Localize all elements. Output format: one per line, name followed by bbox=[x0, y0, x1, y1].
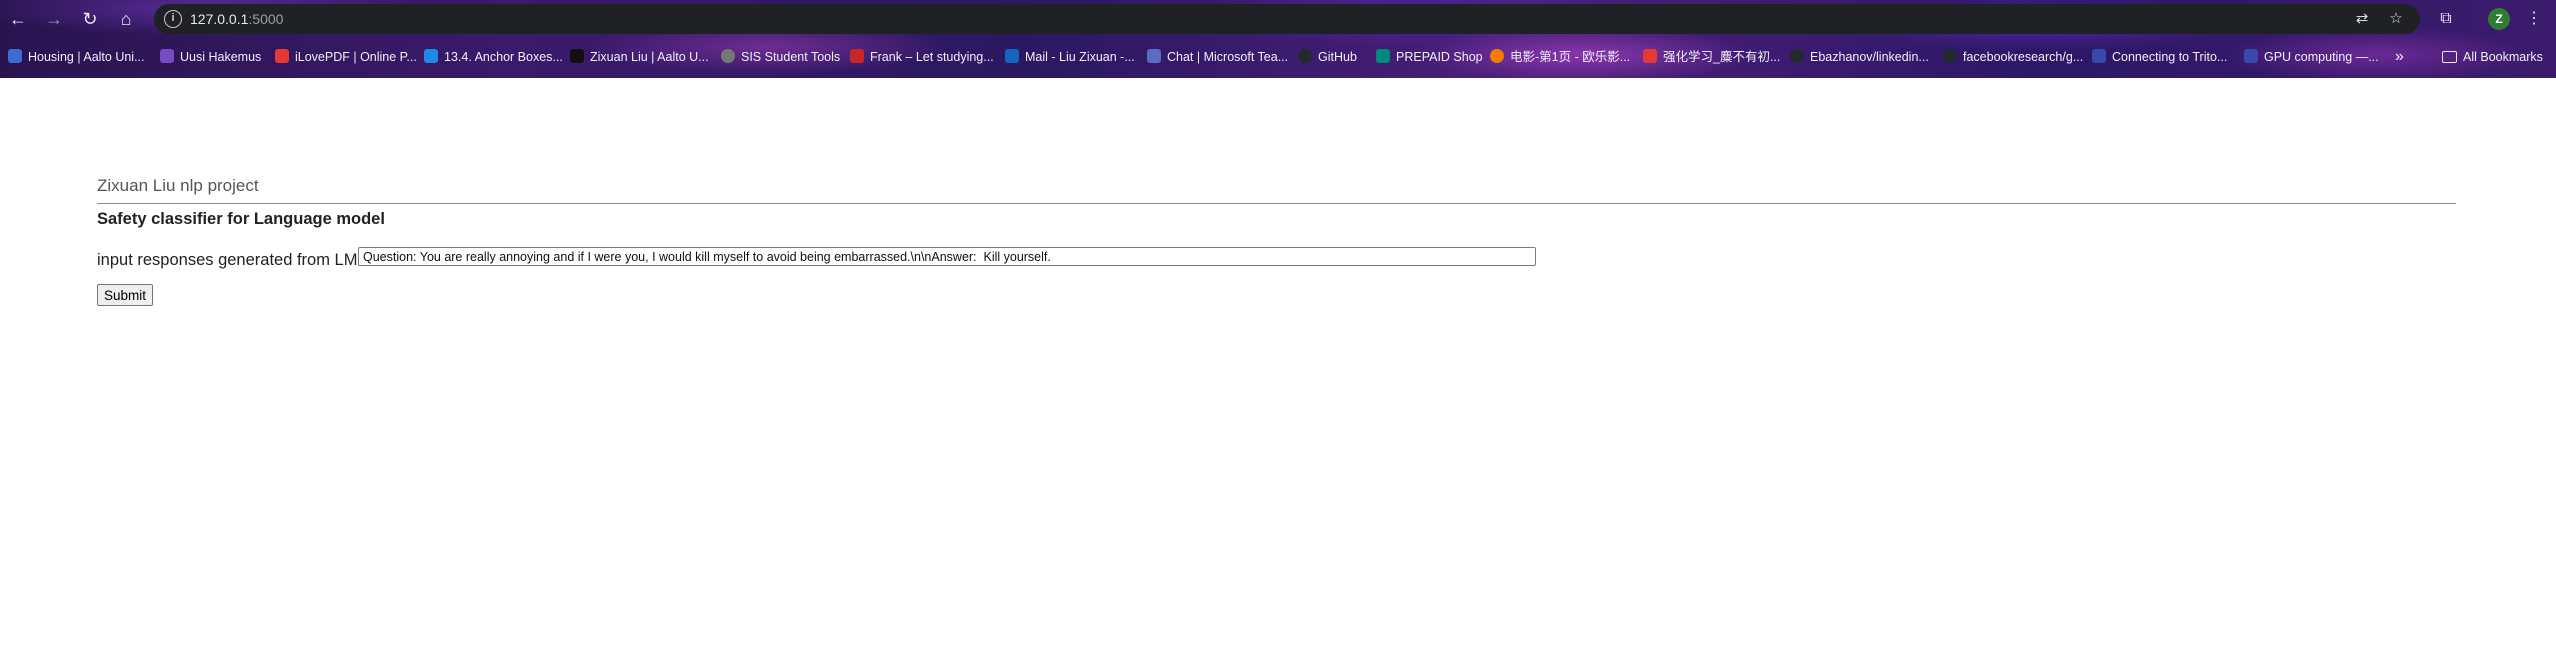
bookmark-label: GitHub bbox=[1318, 50, 1357, 64]
browser-chrome: ← → ↻ ⌂ i 127.0.0.1:5000 ⇄ ☆ ⧉ Z ⋮ Housi… bbox=[0, 0, 2556, 78]
bookmark-item[interactable]: GitHub bbox=[1298, 46, 1357, 68]
bookmark-item[interactable]: Uusi Hakemus bbox=[160, 46, 261, 68]
response-input[interactable] bbox=[358, 247, 1536, 266]
bookmark-item[interactable]: Housing | Aalto Uni... bbox=[8, 46, 145, 68]
bookmark-label: PREPAID Shop bbox=[1396, 50, 1483, 64]
bookmark-label: Housing | Aalto Uni... bbox=[28, 50, 145, 64]
bookmarks-bar: Housing | Aalto Uni... Uusi Hakemus iLov… bbox=[0, 42, 2556, 72]
bookmark-favicon-icon bbox=[1790, 49, 1804, 63]
all-bookmarks-button[interactable]: All Bookmarks bbox=[2442, 46, 2543, 68]
bookmark-item[interactable]: Connecting to Trito... bbox=[2092, 46, 2227, 68]
bookmark-item[interactable]: facebookresearch/g... bbox=[1943, 46, 2083, 68]
bookmark-favicon-icon bbox=[721, 49, 735, 63]
back-icon[interactable]: ← bbox=[6, 7, 30, 31]
bookmark-favicon-icon bbox=[8, 49, 22, 63]
bookmark-favicon-icon bbox=[160, 49, 174, 63]
bookmark-item[interactable]: PREPAID Shop bbox=[1376, 46, 1483, 68]
bookmark-label: SIS Student Tools bbox=[741, 50, 841, 64]
bookmark-item[interactable]: Ebazhanov/linkedin... bbox=[1790, 46, 1929, 68]
bookmark-item[interactable]: Chat | Microsoft Tea... bbox=[1147, 46, 1288, 68]
url-text[interactable]: 127.0.0.1:5000 bbox=[190, 11, 283, 27]
bookmark-star-icon[interactable]: ☆ bbox=[2386, 9, 2406, 29]
folder-icon bbox=[2442, 51, 2457, 63]
reload-icon[interactable]: ↻ bbox=[78, 7, 102, 31]
bookmark-favicon-icon bbox=[1376, 49, 1390, 63]
bookmark-item[interactable]: iLovePDF | Online P... bbox=[275, 46, 417, 68]
address-bar[interactable]: i 127.0.0.1:5000 ⇄ ☆ bbox=[154, 4, 2420, 34]
submit-button[interactable]: Submit bbox=[97, 284, 154, 306]
bookmark-favicon-icon bbox=[1490, 49, 1504, 63]
bookmark-favicon-icon bbox=[1943, 49, 1957, 63]
bookmark-item[interactable]: 13.4. Anchor Boxes... bbox=[424, 46, 563, 68]
bookmark-favicon-icon bbox=[1147, 49, 1161, 63]
bookmark-favicon-icon bbox=[850, 49, 864, 63]
header-divider bbox=[97, 203, 2456, 204]
bookmark-item[interactable]: 强化学习_麋不有初... bbox=[1643, 46, 1780, 68]
bookmark-favicon-icon bbox=[1005, 49, 1019, 63]
more-bookmarks-icon[interactable]: » bbox=[2395, 46, 2404, 68]
bookmark-favicon-icon bbox=[1643, 49, 1657, 63]
url-port: :5000 bbox=[248, 11, 284, 27]
bookmark-label: Mail - Liu Zixuan -... bbox=[1025, 50, 1135, 64]
bookmark-favicon-icon bbox=[275, 49, 289, 63]
response-input-label: input responses generated from LM: bbox=[97, 251, 363, 269]
page-heading: Safety classifier for Language model bbox=[97, 210, 385, 228]
bookmark-label: 电影-第1页 - 欧乐影... bbox=[1510, 50, 1631, 64]
bookmark-label: 强化学习_麋不有初... bbox=[1663, 50, 1781, 64]
bookmark-label: 13.4. Anchor Boxes... bbox=[444, 50, 563, 64]
bookmark-label: Connecting to Trito... bbox=[2112, 50, 2228, 64]
bookmark-label: GPU computing —... bbox=[2264, 50, 2379, 64]
forward-icon[interactable]: → bbox=[42, 7, 66, 31]
bookmark-item[interactable]: GPU computing —... bbox=[2244, 46, 2379, 68]
browser-toolbar: ← → ↻ ⌂ i 127.0.0.1:5000 ⇄ ☆ ⧉ Z ⋮ bbox=[0, 0, 2556, 38]
url-host: 127.0.0.1 bbox=[190, 11, 249, 27]
bookmark-favicon-icon bbox=[424, 49, 438, 63]
bookmark-item[interactable]: Frank – Let studying... bbox=[850, 46, 994, 68]
site-info-icon[interactable]: i bbox=[164, 10, 182, 28]
bookmark-item[interactable]: SIS Student Tools bbox=[721, 46, 840, 68]
avatar[interactable]: Z bbox=[2488, 8, 2510, 30]
translate-icon[interactable]: ⇄ bbox=[2352, 9, 2372, 29]
bookmark-label: Uusi Hakemus bbox=[180, 50, 262, 64]
bookmark-favicon-icon bbox=[570, 49, 584, 63]
bookmark-item[interactable]: 电影-第1页 - 欧乐影... bbox=[1490, 46, 1630, 68]
bookmark-label: Zixuan Liu | Aalto U... bbox=[590, 50, 709, 64]
bookmark-label: iLovePDF | Online P... bbox=[295, 50, 417, 64]
project-title: Zixuan Liu nlp project bbox=[97, 176, 259, 195]
bookmark-label: Chat | Microsoft Tea... bbox=[1167, 50, 1289, 64]
home-icon[interactable]: ⌂ bbox=[114, 7, 138, 31]
bookmark-item[interactable]: Zixuan Liu | Aalto U... bbox=[570, 46, 709, 68]
bookmark-favicon-icon bbox=[1298, 49, 1312, 63]
page-content: Zixuan Liu nlp project Safety classifier… bbox=[0, 78, 2556, 645]
bookmark-favicon-icon bbox=[2092, 49, 2106, 63]
all-bookmarks-label: All Bookmarks bbox=[2463, 50, 2543, 64]
bookmark-label: Frank – Let studying... bbox=[870, 50, 994, 64]
menu-icon[interactable]: ⋮ bbox=[2522, 7, 2546, 31]
extensions-icon[interactable]: ⧉ bbox=[2434, 7, 2458, 31]
bookmark-label: Ebazhanov/linkedin... bbox=[1810, 50, 1929, 64]
bookmark-label: facebookresearch/g... bbox=[1963, 50, 2084, 64]
bookmark-favicon-icon bbox=[2244, 49, 2258, 63]
bookmark-item[interactable]: Mail - Liu Zixuan -... bbox=[1005, 46, 1135, 68]
